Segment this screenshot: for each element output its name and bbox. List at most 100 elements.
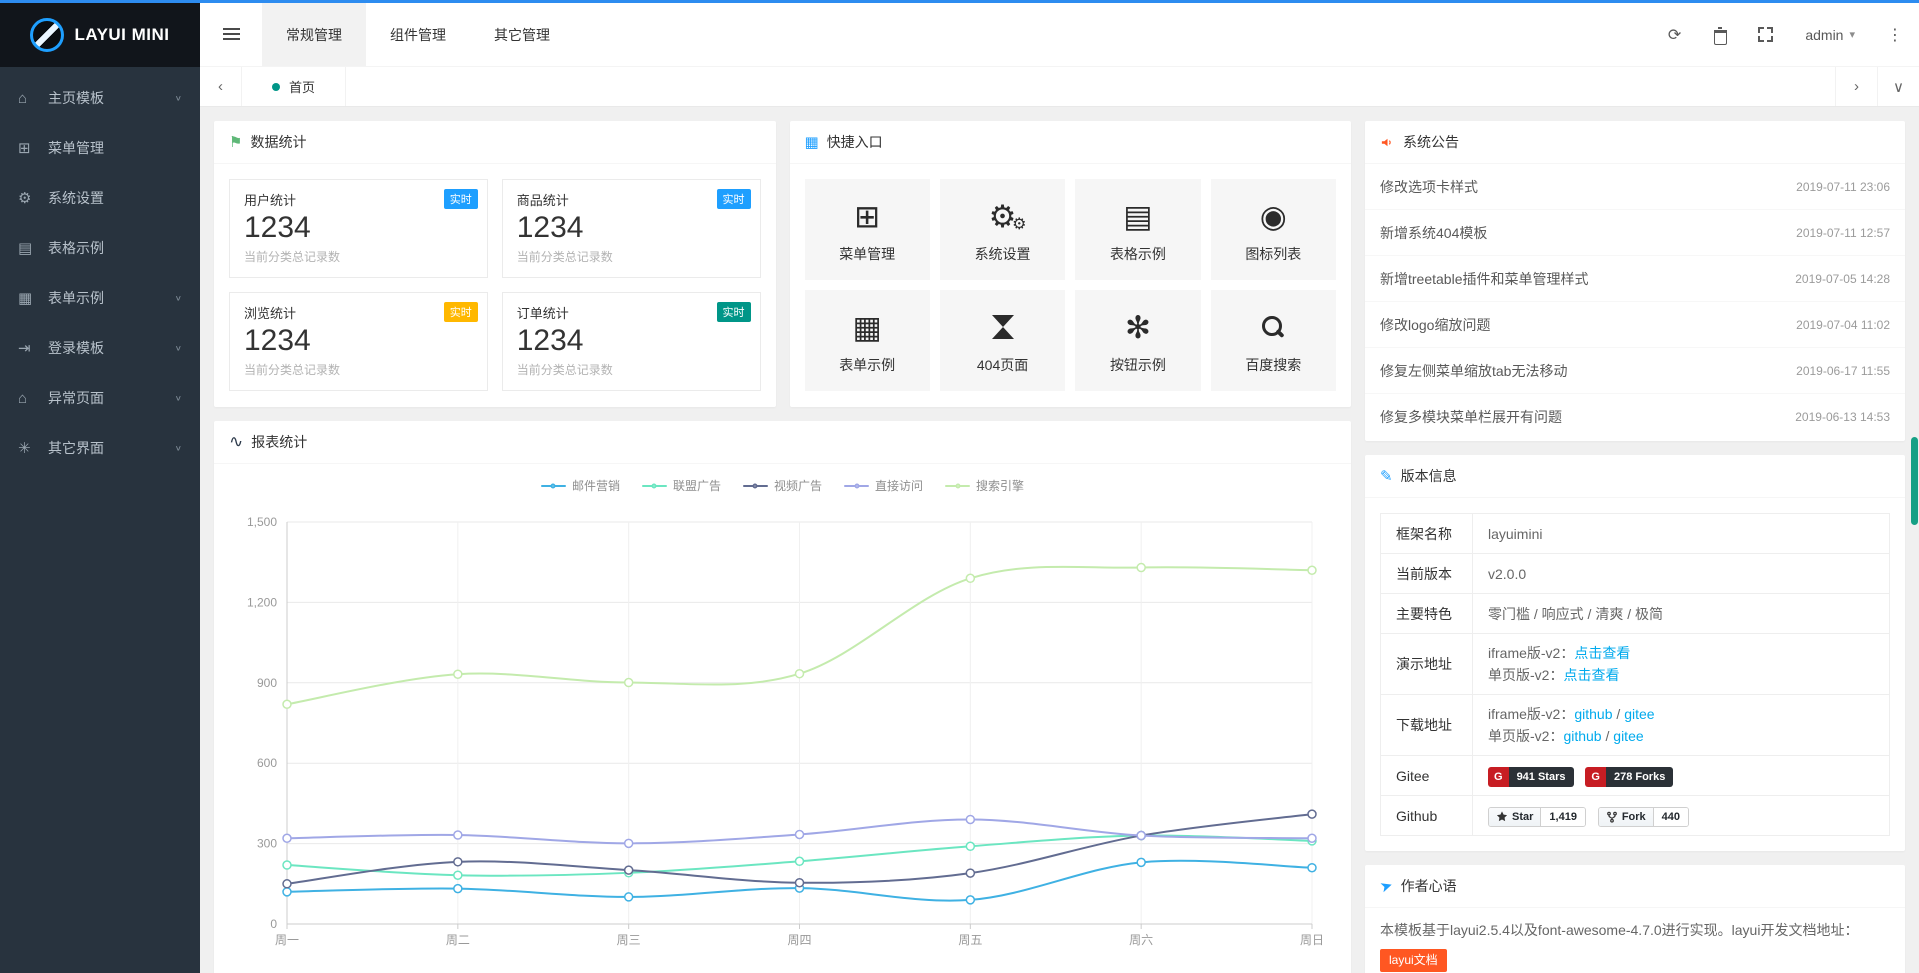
- legend-item[interactable]: 邮件营销: [541, 477, 620, 494]
- chevron-down-icon: ∨: [175, 294, 182, 302]
- caret-down-icon: ▾: [1849, 28, 1855, 41]
- calendar-icon: ▦: [853, 312, 882, 343]
- clear-cache-button[interactable]: [1713, 27, 1726, 42]
- demo-prefix: iframe版-v2：: [1488, 645, 1574, 661]
- legend-item[interactable]: 直接访问: [844, 477, 923, 494]
- layui-doc-badge[interactable]: layui文档: [1380, 949, 1447, 972]
- quick-item-button-example[interactable]: ✻ 按钮示例: [1075, 290, 1200, 391]
- refresh-button[interactable]: ⟳: [1668, 25, 1681, 45]
- scrollbar-thumb[interactable]: [1911, 437, 1918, 525]
- announcement-item[interactable]: 修复左侧菜单缩放tab无法移动 2019-06-17 11:55: [1365, 348, 1905, 394]
- more-vertical-icon: ⋮: [1887, 25, 1903, 45]
- sidebar-item-login-template[interactable]: ⇥ 登录模板 ∨: [0, 323, 200, 373]
- logo[interactable]: LAYUI MINI: [0, 3, 200, 67]
- quick-item-system-settings[interactable]: ⚙ 系统设置: [940, 179, 1065, 280]
- quick-item-menu-management[interactable]: ⊞ 菜单管理: [805, 179, 930, 280]
- window-icon: ⊞: [854, 201, 880, 232]
- svg-text:1,200: 1,200: [247, 595, 277, 609]
- fullscreen-button[interactable]: [1758, 27, 1773, 42]
- hourglass-icon: [992, 313, 1014, 341]
- announcement-item[interactable]: 修改logo缩放问题 2019-07-04 11:02: [1365, 302, 1905, 348]
- svg-text:1,500: 1,500: [247, 515, 277, 529]
- tabs-scroll-right-button[interactable]: ›: [1835, 67, 1877, 106]
- sidebar-item-home-template[interactable]: ⌂ 主页模板 ∨: [0, 73, 200, 123]
- version-table: 框架名称 layuimini 当前版本 v2.0.0 主要特色 零门槛 / 响应…: [1380, 513, 1890, 836]
- stat-value: 1234: [244, 324, 473, 358]
- header-tab-component-management[interactable]: 组件管理: [366, 3, 470, 66]
- announcement-item[interactable]: 新增系统404模板 2019-07-11 12:57: [1365, 210, 1905, 256]
- table-row: 主要特色 零门槛 / 响应式 / 清爽 / 极简: [1381, 594, 1890, 634]
- tab-home[interactable]: 首页: [242, 67, 346, 106]
- version-row-value: G 941 Stars G 278 Forks: [1473, 756, 1890, 796]
- star-icon: [1496, 811, 1508, 823]
- header-tab-other-management[interactable]: 其它管理: [470, 3, 574, 66]
- demo-iframe-link[interactable]: 点击查看: [1574, 645, 1630, 661]
- file-icon: ▤: [18, 239, 44, 257]
- download-github-link[interactable]: github: [1574, 706, 1612, 722]
- github-star-badge[interactable]: Star 1,419: [1488, 807, 1586, 827]
- gitee-icon: G: [1585, 767, 1606, 787]
- system-announcements-card: 系统公告 修改选项卡样式 2019-07-11 23:06 新增系统404模板 …: [1365, 121, 1905, 441]
- version-row-label: 框架名称: [1381, 514, 1473, 554]
- search-icon: [1261, 315, 1285, 339]
- quick-item-table-example[interactable]: ▤ 表格示例: [1075, 179, 1200, 280]
- tabs-scroll-left-button[interactable]: ‹: [200, 67, 242, 106]
- quick-item-icon-list[interactable]: ◉ 图标列表: [1211, 179, 1336, 280]
- version-info-card: ✎ 版本信息 框架名称 layuimini 当前版本 v2.0.0: [1365, 455, 1905, 851]
- download-gitee-link[interactable]: gitee: [1624, 706, 1654, 722]
- version-row-value: v2.0.0: [1473, 554, 1890, 594]
- stat-caption: 当前分类总记录数: [517, 248, 746, 265]
- announcement-item[interactable]: 修改选项卡样式 2019-07-11 23:06: [1365, 164, 1905, 210]
- badge-text: Star: [1512, 807, 1533, 827]
- quick-item-404-page[interactable]: 404页面: [940, 290, 1065, 391]
- version-row-value: layuimini: [1473, 514, 1890, 554]
- quick-item-form-example[interactable]: ▦ 表单示例: [805, 290, 930, 391]
- sidebar-item-error-pages[interactable]: ⌂ 异常页面 ∨: [0, 373, 200, 423]
- download-gitee-link[interactable]: gitee: [1613, 728, 1643, 744]
- legend-marker-icon: [945, 485, 970, 487]
- tab-label: 首页: [289, 77, 315, 96]
- stat-box-orders: 订单统计 1234 当前分类总记录数 实时: [502, 292, 761, 391]
- gitee-stars-badge[interactable]: G 941 Stars: [1488, 767, 1574, 787]
- stat-box-goods: 商品统计 1234 当前分类总记录数 实时: [502, 179, 761, 278]
- demo-spa-link[interactable]: 点击查看: [1563, 667, 1619, 683]
- quick-item-baidu-search[interactable]: 百度搜索: [1211, 290, 1336, 391]
- legend-item[interactable]: 视频广告: [743, 477, 822, 494]
- legend-label: 邮件营销: [572, 477, 620, 494]
- version-row-value: 零门槛 / 响应式 / 清爽 / 极简: [1473, 594, 1890, 634]
- login-icon: ⇥: [18, 339, 44, 357]
- logo-text: LAYUI MINI: [74, 25, 169, 45]
- announcement-item[interactable]: 修复多模块菜单栏展开有问题 2019-06-13 14:53: [1365, 394, 1905, 440]
- legend-item[interactable]: 联盟广告: [642, 477, 721, 494]
- download-github-link[interactable]: github: [1563, 728, 1601, 744]
- sidebar-item-system-settings[interactable]: ⚙ 系统设置: [0, 173, 200, 223]
- chart-icon: ∿: [229, 432, 243, 452]
- home-icon: ⌂: [18, 90, 44, 107]
- horn-icon: [1380, 135, 1395, 150]
- tabs-menu-button[interactable]: ∨: [1877, 67, 1919, 106]
- fullscreen-icon: [1758, 27, 1773, 42]
- stat-label: 订单统计: [517, 303, 746, 322]
- stat-box-users: 用户统计 1234 当前分类总记录数 实时: [229, 179, 488, 278]
- more-menu-button[interactable]: ⋮: [1887, 25, 1903, 45]
- sidebar-item-table-example[interactable]: ▤ 表格示例: [0, 223, 200, 273]
- svg-text:300: 300: [257, 837, 277, 851]
- gitee-forks-badge[interactable]: G 278 Forks: [1585, 767, 1673, 787]
- header-tab-regular-management[interactable]: 常规管理: [262, 3, 366, 66]
- quick-item-label: 404页面: [977, 355, 1028, 375]
- sidebar-item-other-ui[interactable]: ✳ 其它界面 ∨: [0, 423, 200, 473]
- announcement-item[interactable]: 新增treetable插件和菜单管理样式 2019-07-05 14:28: [1365, 256, 1905, 302]
- sidebar-item-menu-management[interactable]: ⊞ 菜单管理: [0, 123, 200, 173]
- legend-item[interactable]: 搜索引擎: [945, 477, 1024, 494]
- send-icon: ➤: [1378, 875, 1396, 896]
- github-fork-badge[interactable]: Fork 440: [1598, 807, 1689, 827]
- svg-text:周三: 周三: [617, 933, 641, 947]
- fork-icon: [1606, 811, 1618, 823]
- version-row-value: iframe版-v2：github / gitee 单页版-v2：github …: [1473, 695, 1890, 756]
- svg-text:0: 0: [270, 917, 277, 931]
- user-menu[interactable]: admin ▾: [1805, 27, 1855, 43]
- card-header: 系统公告: [1365, 121, 1905, 164]
- card-title: 数据统计: [250, 132, 306, 152]
- sidebar-item-form-example[interactable]: ▦ 表单示例 ∨: [0, 273, 200, 323]
- menu-toggle-button[interactable]: [200, 3, 262, 66]
